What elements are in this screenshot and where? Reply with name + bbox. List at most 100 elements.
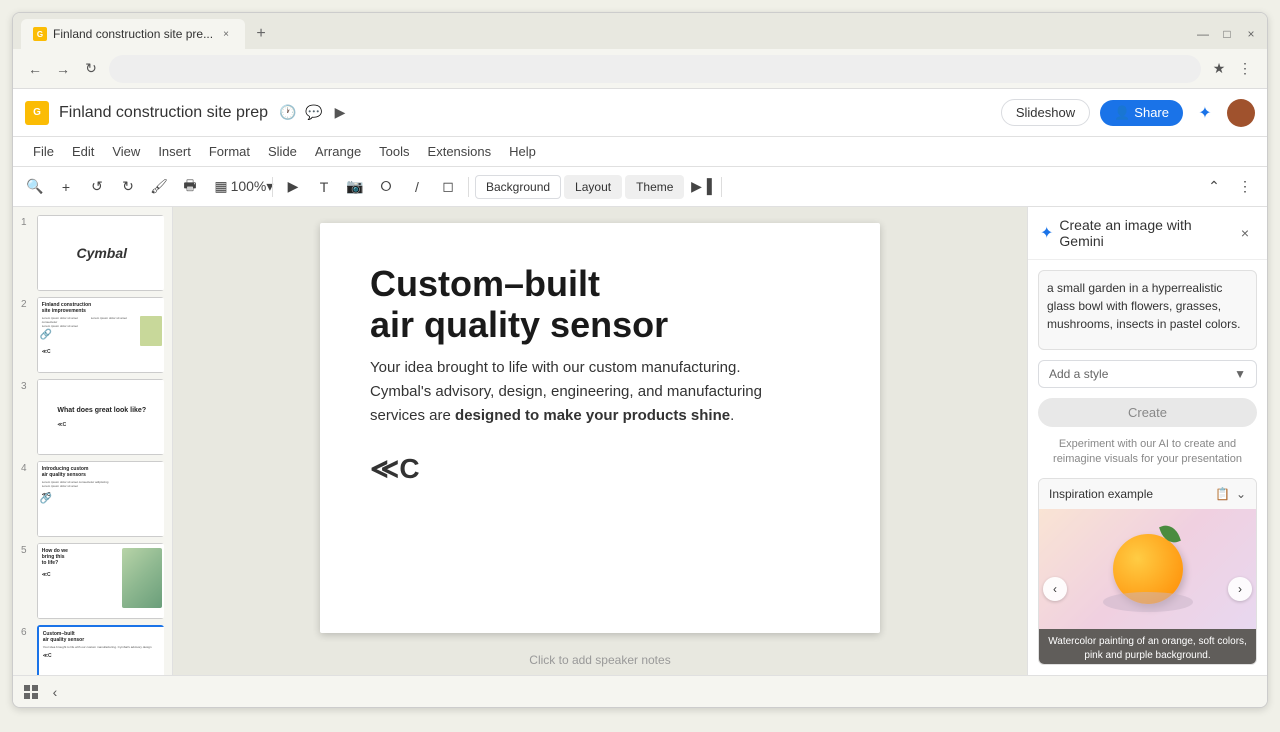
menu-edit[interactable]: Edit (64, 141, 102, 162)
share-button[interactable]: 👤 Share (1100, 100, 1183, 126)
tab-favicon: G (33, 27, 47, 41)
toolbar-separator-2 (468, 177, 469, 197)
zoom-in-button[interactable]: 🔍 (21, 173, 49, 201)
cursor-button[interactable]: ▶ (279, 173, 307, 201)
url-input[interactable] (109, 55, 1201, 83)
copy-icon[interactable]: 📋 (1215, 487, 1230, 501)
orange-illustration (1113, 534, 1183, 604)
slide-image-6: Custom–builtair quality sensor Your idea… (37, 625, 164, 675)
slide-num-2: 2 (21, 297, 33, 310)
history-icon[interactable]: 🕐 (278, 103, 298, 123)
slide-image-3: What does great look like? ≪C (37, 379, 164, 455)
menu-file[interactable]: File (25, 141, 62, 162)
gemini-prompt-textarea[interactable]: a small garden in a hyperrealistic glass… (1038, 270, 1257, 350)
grid-view-icon[interactable] (21, 682, 41, 702)
maximize-button[interactable]: □ (1219, 26, 1235, 42)
slide-image-2: Finland constructionsite improvements Lo… (37, 297, 164, 373)
close-button[interactable]: × (1243, 26, 1259, 42)
user-avatar[interactable] (1227, 99, 1255, 127)
browser-toolbar-icons: ★ ⋮ (1209, 59, 1255, 79)
address-bar: ← → ↻ ★ ⋮ (13, 49, 1267, 89)
slide-thumbnail-5[interactable]: How do webring thisto life? ≪C (37, 543, 164, 619)
print-button[interactable]: 🖶 (176, 173, 204, 201)
more-icon[interactable]: ⋮ (1235, 59, 1255, 79)
layout-button[interactable]: Layout (564, 175, 622, 199)
menu-view[interactable]: View (104, 141, 148, 162)
paint-button[interactable]: 🖌 (145, 173, 173, 201)
minimize-button[interactable]: — (1195, 26, 1211, 42)
transitions-button[interactable]: ▶▐ (687, 173, 715, 201)
toolbar-separator-3 (721, 177, 722, 197)
slide-2-body: Lorem ipsum dolor sit amet consectetur L… (42, 316, 162, 346)
slide-thumbnail-6[interactable]: Custom–builtair quality sensor Your idea… (37, 625, 164, 675)
gemini-panel: ✦ Create an image with Gemini × a small … (1027, 207, 1267, 675)
app-title: Finland construction site prep (59, 104, 268, 122)
slide-image-4: Introducing customair quality sensors Lo… (37, 461, 164, 537)
slide-body-bold: designed to make your products shine (455, 407, 730, 424)
undo-button[interactable]: ↻ (114, 173, 142, 201)
gemini-body: a small garden in a hyperrealistic glass… (1028, 260, 1267, 675)
refresh-button[interactable]: ↻ (81, 59, 101, 79)
zoom-level[interactable]: 100%▾ (238, 173, 266, 201)
slide-num-4: 4 (21, 461, 33, 474)
slide-num-6: 6 (21, 625, 33, 638)
tab-close-button[interactable]: × (219, 27, 233, 41)
slide-image-1: Cymbal (37, 215, 164, 291)
new-tab-button[interactable]: + (249, 22, 273, 46)
create-button[interactable]: Create (1038, 398, 1257, 427)
gemini-style-selector[interactable]: Add a style ▼ (1038, 360, 1257, 388)
back-button[interactable]: ← (25, 59, 45, 79)
slide-thumbnail-4[interactable]: Introducing customair quality sensors Lo… (37, 461, 164, 537)
menu-insert[interactable]: Insert (150, 141, 199, 162)
inspiration-caption: Watercolor painting of an orange, soft c… (1039, 629, 1256, 665)
inspiration-prev-button[interactable]: ‹ (1043, 577, 1067, 601)
menu-help[interactable]: Help (501, 141, 544, 162)
collapse-icon[interactable]: ⌄ (1236, 487, 1246, 501)
slide-thumbnail-1[interactable]: Cymbal (37, 215, 164, 291)
slides-panel: 1 Cymbal 2 Finland constructionsite impr… (13, 207, 173, 675)
chat-icon[interactable]: 💬 (304, 103, 324, 123)
slide-num-3: 3 (21, 379, 33, 392)
more-button[interactable]: ◻ (434, 173, 462, 201)
theme-button[interactable]: Theme (625, 175, 684, 199)
image-button[interactable]: 📷 (341, 173, 369, 201)
orange-background (1039, 509, 1256, 629)
menu-arrange[interactable]: Arrange (307, 141, 369, 162)
inspiration-title: Inspiration example (1049, 487, 1153, 501)
collapse-button[interactable]: ⌃ (1200, 173, 1228, 201)
menu-tools[interactable]: Tools (371, 141, 417, 162)
slide-thumbnail-2[interactable]: Finland constructionsite improvements Lo… (37, 297, 164, 373)
menu-extensions[interactable]: Extensions (420, 141, 500, 162)
menu-format[interactable]: Format (201, 141, 258, 162)
inspiration-next-button[interactable]: › (1228, 577, 1252, 601)
slide-body: Your idea brought to life with our custo… (370, 356, 770, 428)
bookmark-icon[interactable]: ★ (1209, 59, 1229, 79)
slide-4-content: Introducing customair quality sensors Lo… (42, 466, 162, 498)
redo-button[interactable]: ↺ (83, 173, 111, 201)
orange-leaf (1159, 522, 1181, 546)
speaker-notes[interactable]: Click to add speaker notes (529, 653, 670, 667)
bottom-bar: ‹ (13, 675, 1267, 707)
menu-slide[interactable]: Slide (260, 141, 305, 162)
present-icon[interactable]: ▶ (330, 103, 350, 123)
add-button[interactable]: + (52, 173, 80, 201)
slide-canvas[interactable]: Custom–built air quality sensor Your ide… (320, 223, 880, 633)
gemini-close-button[interactable]: × (1235, 223, 1255, 243)
active-tab[interactable]: G Finland construction site pre... × (21, 19, 245, 49)
window-controls: — □ × (1195, 26, 1259, 42)
inspiration-image-container: ‹ › Watercolor painting of an orange, so… (1039, 509, 1256, 665)
more-tools-button[interactable]: ⋮ (1231, 173, 1259, 201)
shape-button[interactable]: ⭘ (372, 173, 400, 201)
textbox-button[interactable]: T (310, 173, 338, 201)
collapse-panel-icon[interactable]: ‹ (45, 682, 65, 702)
main-area: 1 Cymbal 2 Finland constructionsite impr… (13, 207, 1267, 675)
background-button[interactable]: Background (475, 175, 561, 199)
forward-button[interactable]: → (53, 59, 73, 79)
gemini-star-icon[interactable]: ✦ (1193, 101, 1217, 125)
slide-thumb-row-1: 1 Cymbal (21, 215, 164, 291)
slide-thumbnail-3[interactable]: What does great look like? ≪C (37, 379, 164, 455)
slide-3-title: What does great look like? (57, 407, 146, 414)
line-button[interactable]: / (403, 173, 431, 201)
slideshow-button[interactable]: Slideshow (1001, 99, 1090, 126)
slide-6-title: Custom–builtair quality sensor (43, 631, 161, 643)
